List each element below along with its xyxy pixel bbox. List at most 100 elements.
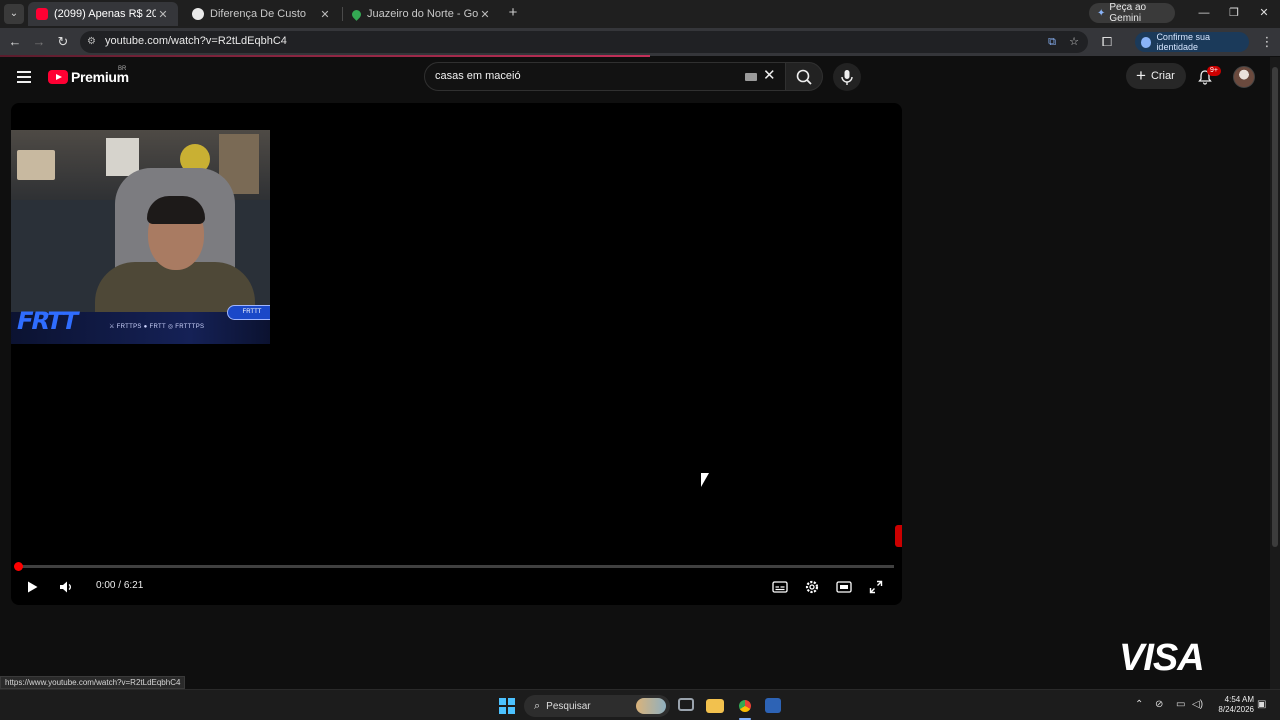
network-icon[interactable]: ⊘ [1155,699,1163,710]
bookmark-star-icon[interactable]: ☆ [1067,35,1081,49]
link-status-bubble: https://www.youtube.com/watch?v=R2tLdEqb… [0,676,186,689]
forward-arrow-icon[interactable]: → [31,34,47,50]
tab-google-maps[interactable]: Juazeiro do Norte - Google Ma ✕ [344,2,500,26]
plus-icon: + [1136,66,1146,85]
search-input[interactable]: casas em maceió ✕ [424,62,786,91]
confirm-identity-label: Confirme sua identidade [1156,32,1210,52]
webcam-overlay: FRTT ⚔ FRTTPS ● FRTT ◎ FRTTTPS FRTTT [11,130,270,344]
browser-menu-icon[interactable]: ⋮ [1259,34,1275,50]
shelf-decor [106,138,139,176]
video-edge-marker [895,525,902,547]
time-separator: / [115,580,124,591]
system-clock[interactable]: 4:54 AM 8/24/2026 [1212,695,1254,715]
clear-search-icon[interactable]: ✕ [763,68,776,84]
tab-label: (2099) Apenas R$ 200 mil!! Sim [54,8,156,20]
youtube-page: Premium BR casas em maceió ✕ + Criar 9+ [0,57,1270,689]
address-bar[interactable]: ⚙ youtube.com/watch?v=R2tLdEqbhC4 ⧉ ☆ [80,31,1088,53]
progress-scrubber[interactable] [14,562,23,571]
theater-mode-icon [836,581,852,593]
file-explorer-icon[interactable] [706,699,724,713]
scrollbar-thumb[interactable] [1272,67,1278,547]
url-text[interactable]: youtube.com/watch?v=R2tLdEqbhC4 [105,35,287,47]
new-tab-button[interactable]: + [505,5,521,21]
tab-label: Juazeiro do Norte - Google Ma [367,8,478,20]
windows-start-icon[interactable] [499,698,515,714]
clock-date: 8/24/2026 [1218,705,1254,714]
install-app-icon[interactable]: ⧉ [1045,35,1059,49]
browser-toolbar: ← → ↻ ⚙ youtube.com/watch?v=R2tLdEqbhC4 … [0,28,1280,56]
remote-desktop-icon[interactable] [765,698,781,713]
keyboard-icon[interactable] [745,73,757,81]
volume-icon [60,581,71,593]
video-player[interactable]: FRTT ⚔ FRTTPS ● FRTT ◎ FRTTTPS FRTTT 0:0… [11,103,902,605]
microphone-icon [841,70,853,85]
browser-tab-strip: ⌄ (2099) Apenas R$ 200 mil!! Sim ✕ Difer… [0,0,1280,28]
video-progress-bar[interactable] [18,565,894,568]
youtube-premium-logo[interactable]: Premium BR [48,66,129,85]
search-button[interactable] [785,62,823,91]
search-icon [796,69,812,85]
search-highlight-icon [636,698,666,714]
profile-avatar-icon [1141,36,1152,48]
gemini-label: Peça ao Gemini [1109,2,1147,24]
shelf-decor [17,150,55,180]
windows-taskbar: ⌕ Pesquisar ⌃ ⊘ ▭ ◁) 4:54 AM 8/24/2026 ▣ [0,689,1280,720]
tab-search-button[interactable]: ⌄ [4,4,24,24]
reload-icon[interactable]: ↻ [55,34,71,50]
search-query[interactable]: casas em maceió [435,70,521,82]
ask-gemini-button[interactable]: ✦ Peça ao Gemini [1089,2,1175,24]
tab-youtube[interactable]: (2099) Apenas R$ 200 mil!! Sim ✕ [28,2,178,26]
notifications-icon[interactable]: ▣ [1257,699,1266,710]
back-arrow-icon[interactable]: ← [7,34,23,50]
taskbar-search[interactable]: ⌕ Pesquisar [524,695,670,717]
social-handles: ⚔ FRTTPS ● FRTT ◎ FRTTTPS [109,324,205,330]
taskbar-search-label: Pesquisar [546,700,591,712]
task-view-icon[interactable] [678,698,694,711]
youtube-play-logo-icon [48,70,68,84]
page-scrollbar[interactable] [1270,57,1280,689]
extensions-icon[interactable]: ⧠ [1099,34,1115,50]
menu-hamburger-icon[interactable] [17,71,31,83]
close-icon[interactable]: ✕ [318,8,332,21]
current-time: 0:00 [96,580,116,591]
fullscreen-button[interactable] [866,577,886,597]
gear-icon [805,580,819,594]
mouse-cursor-icon [701,473,709,487]
display-icon[interactable]: ▭ [1176,699,1185,710]
window-close-button[interactable]: ✕ [1256,5,1272,21]
streamer-hair [147,196,205,224]
fullscreen-icon [869,580,883,594]
tab-diferenca-de-custo[interactable]: Diferença De Custo ✕ [184,2,340,26]
site-settings-icon[interactable]: ⚙ [87,36,99,48]
speaker-icon[interactable]: ◁) [1192,699,1203,710]
gemini-sparkle-icon: ✦ [1097,7,1106,19]
account-avatar[interactable] [1233,66,1255,88]
confirm-identity-button[interactable]: Confirme sua identidade [1135,32,1249,52]
close-icon[interactable]: ✕ [478,8,492,21]
settings-button[interactable] [802,577,822,597]
clock-time: 4:54 AM [1224,695,1254,704]
visa-ad-logo: VISA [1119,637,1205,679]
play-button[interactable] [22,577,42,597]
video-time: 0:00 / 6:21 [96,580,143,591]
channel-tag-graphic: FRTT [14,307,80,335]
total-time: 6:21 [123,580,144,591]
minimize-button[interactable]: — [1196,5,1212,21]
create-button[interactable]: + Criar [1126,63,1186,89]
theater-mode-button[interactable] [834,577,854,597]
logo-region: BR [118,66,127,72]
globe-icon [192,8,204,20]
restore-button[interactable]: ❐ [1226,5,1242,21]
voice-search-button[interactable] [833,63,861,91]
subtitles-button[interactable] [770,577,790,597]
close-icon[interactable]: ✕ [156,8,170,21]
volume-button[interactable] [56,577,76,597]
chrome-icon[interactable] [736,697,754,715]
tab-divider [342,7,343,21]
notification-count-badge: 9+ [1207,66,1221,76]
channel-handle-pill: FRTTT [227,305,270,320]
search-icon: ⌕ [534,699,541,712]
play-icon [28,581,38,593]
show-hidden-icons[interactable]: ⌃ [1135,699,1143,710]
maps-pin-icon [350,7,363,21]
